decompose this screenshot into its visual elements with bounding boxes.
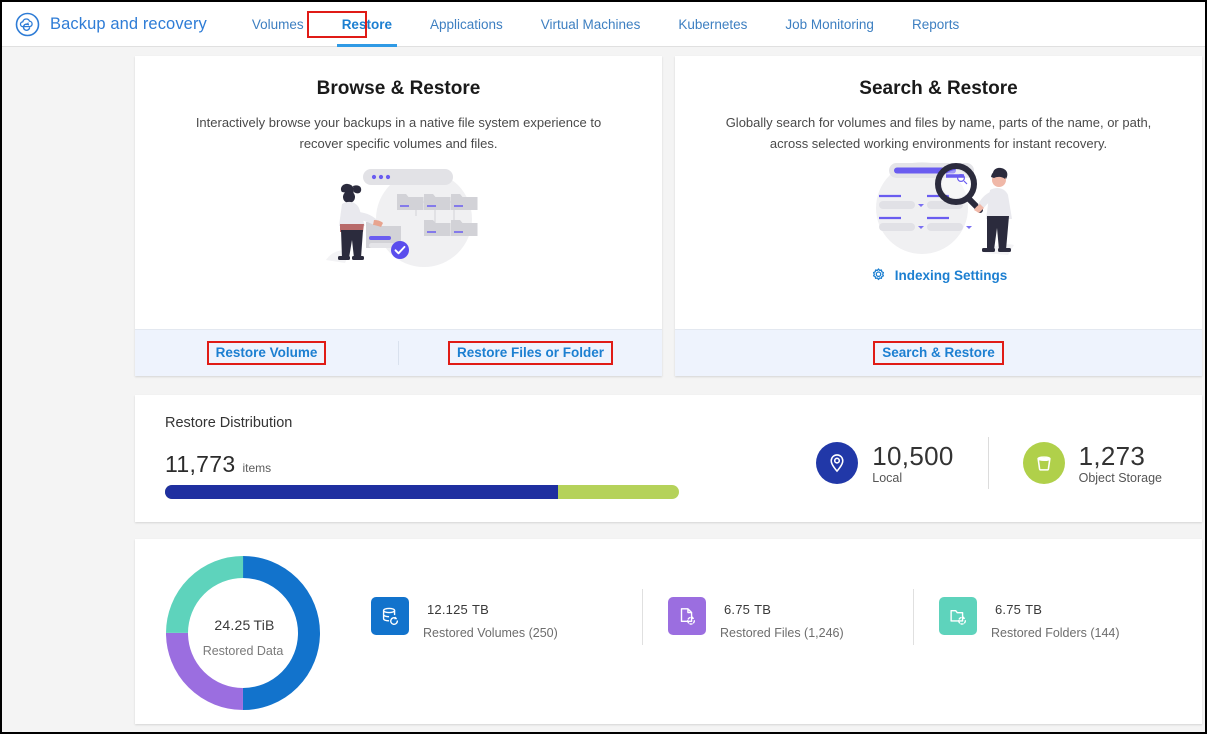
search-card-illustration (675, 158, 1202, 263)
kpi-restored-files-value: 6.75 (724, 602, 750, 617)
kpi-divider (642, 589, 643, 645)
indexing-settings-label: Indexing Settings (895, 268, 1008, 283)
app-title: Backup and recovery (50, 15, 207, 34)
restore-files-or-folder-button[interactable]: Restore Files or Folder (398, 341, 662, 365)
restore-distribution-title: Restore Distribution (165, 415, 1202, 431)
indexing-settings-link[interactable]: Indexing Settings (675, 267, 1202, 284)
stat-local: 10,500 Local (816, 442, 953, 485)
search-and-restore-button[interactable]: Search & Restore (675, 341, 1202, 365)
search-and-restore-button-label: Search & Restore (873, 341, 1004, 365)
volume-restore-icon (379, 605, 401, 627)
kpi-restored-volumes-value-row: 12.125 TB (423, 593, 558, 623)
restore-distribution-bar-local-segment (165, 485, 558, 499)
restore-distribution-total-value: 11,773 (165, 451, 235, 478)
restored-data-value: 24.25 (214, 617, 250, 633)
browse-card-title: Browse & Restore (135, 78, 662, 100)
kpi-restored-volumes-value: 12.125 (427, 602, 468, 617)
restore-volume-button[interactable]: Restore Volume (135, 341, 398, 365)
stat-object-storage-label: Object Storage (1079, 471, 1162, 485)
restore-distribution-total-unit: items (242, 461, 271, 475)
gear-icon (870, 267, 887, 284)
search-card-title: Search & Restore (675, 78, 1202, 100)
restored-data-donut: 24.25TiB Restored Data (165, 555, 321, 711)
restore-distribution-stats: 10,500 Local 1,273 Object Storage (816, 437, 1162, 489)
restored-data-donut-center: 24.25TiB Restored Data (165, 555, 321, 711)
restore-files-or-folder-button-label: Restore Files or Folder (448, 341, 613, 365)
app-window: Backup and recovery Volumes Restore Appl… (0, 0, 1207, 734)
kpi-restored-volumes-label: Restored Volumes (250) (423, 626, 558, 640)
kpi-restored-folders-value: 6.75 (995, 602, 1021, 617)
location-pin-icon (826, 452, 848, 474)
folder-restore-icon (947, 605, 969, 627)
person-magnifier-search-illustration (844, 158, 1034, 263)
stat-object-storage-value: 1,273 (1079, 442, 1162, 470)
nav-links: Volumes Restore Applications Virtual Mac… (233, 2, 978, 47)
location-pin-badge (816, 442, 858, 484)
cloud-restore-logo-icon (15, 12, 40, 37)
restored-data-value-row: 24.25TiB (211, 608, 274, 637)
stat-local-value: 10,500 (872, 442, 953, 470)
kpi-restored-folders-unit: TB (1025, 602, 1042, 617)
bucket-icon (1033, 452, 1055, 474)
kpi-restored-files: 6.75 TB Restored Files (1,246) (642, 593, 913, 640)
browse-card-illustration (135, 164, 662, 274)
browse-card-description: Interactively browse your backups in a n… (194, 112, 604, 154)
browse-card-footer: Restore Volume Restore Files or Folder (135, 329, 662, 376)
nav-item-kubernetes[interactable]: Kubernetes (659, 2, 766, 47)
restored-data-label: Restored Data (203, 644, 284, 658)
restored-data-kpis: 12.125 TB Restored Volumes (250) (371, 593, 1184, 640)
search-card-description: Globally search for volumes and files by… (714, 112, 1164, 154)
stat-local-label: Local (872, 471, 953, 485)
person-browsing-file-tree-illustration (304, 164, 494, 274)
kpi-divider (913, 589, 914, 645)
kpi-restored-folders: 6.75 TB Restored Folders (144) (913, 593, 1184, 640)
restored-data-card: 24.25TiB Restored Data (135, 539, 1202, 724)
app-logo[interactable] (8, 12, 46, 37)
stat-object-storage: 1,273 Object Storage (1023, 442, 1162, 485)
top-navigation-bar: Backup and recovery Volumes Restore Appl… (2, 2, 1205, 47)
browse-and-restore-card: Browse & Restore Interactively browse yo… (135, 56, 662, 376)
nav-item-applications[interactable]: Applications (411, 2, 522, 47)
kpi-restored-volumes: 12.125 TB Restored Volumes (250) (371, 593, 642, 640)
restore-distribution-card: Restore Distribution 11,773 items (135, 395, 1202, 522)
kpi-restored-files-value-row: 6.75 TB (720, 593, 844, 623)
kpi-restored-files-label: Restored Files (1,246) (720, 626, 844, 640)
restored-data-unit: TiB (253, 617, 274, 633)
kpi-restored-files-unit: TB (754, 602, 771, 617)
nav-item-restore[interactable]: Restore (323, 2, 411, 47)
kpi-restored-folders-label: Restored Folders (144) (991, 626, 1120, 640)
nav-item-job-monitoring[interactable]: Job Monitoring (766, 2, 893, 47)
page-content: Browse & Restore Interactively browse yo… (2, 47, 1205, 732)
kpi-restored-volumes-unit: TB (472, 602, 489, 617)
search-card-footer: Search & Restore (675, 329, 1202, 376)
kpi-restored-folders-value-row: 6.75 TB (991, 593, 1120, 623)
restore-distribution-bar (165, 485, 679, 499)
folder-restore-badge (939, 597, 977, 635)
nav-item-reports[interactable]: Reports (893, 2, 978, 47)
nav-item-virtual-machines[interactable]: Virtual Machines (522, 2, 660, 47)
search-and-restore-card: Search & Restore Globally search for vol… (675, 56, 1202, 376)
nav-item-volumes[interactable]: Volumes (233, 2, 323, 47)
file-restore-icon (676, 605, 698, 627)
volume-restore-badge (371, 597, 409, 635)
bucket-badge (1023, 442, 1065, 484)
stat-divider (988, 437, 989, 489)
file-restore-badge (668, 597, 706, 635)
restore-volume-button-label: Restore Volume (207, 341, 327, 365)
